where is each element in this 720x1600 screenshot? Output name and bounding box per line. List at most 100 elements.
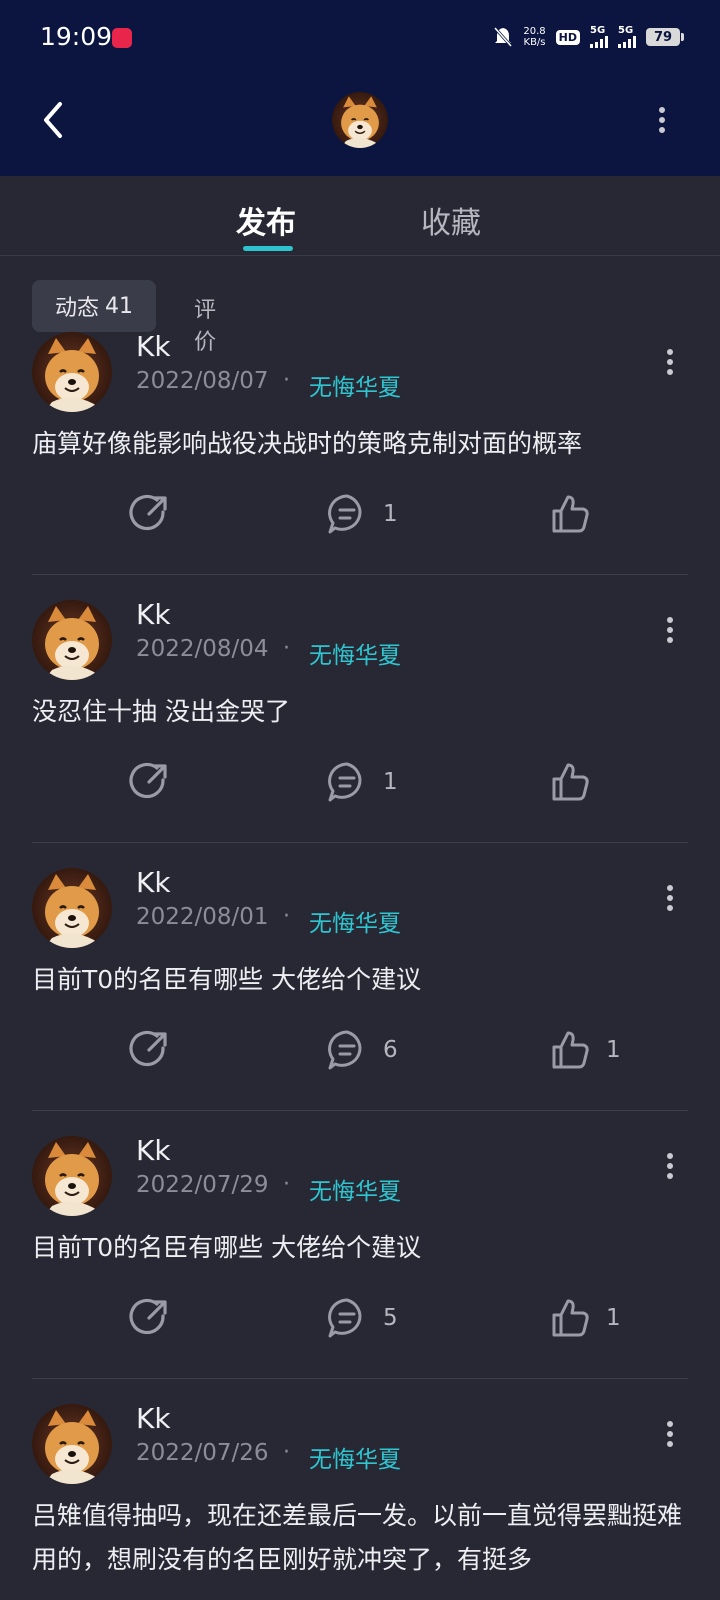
comment-count: 5 [383,1305,398,1331]
separator-dot: · [283,1172,290,1197]
thumbs-up-icon [548,760,592,804]
net-speed: 20.8 KB/s [523,26,545,48]
post-username[interactable]: Kk [136,866,171,899]
tab-publish[interactable]: 发布 [236,198,296,242]
separator-dot: · [283,636,290,661]
signal-5g-2: 5G [618,26,636,48]
divider [32,1378,688,1379]
post-text[interactable]: 目前T0的名臣有哪些 大佬给个建议 [32,958,692,1002]
signal-label-1: 5G [590,25,606,36]
share-button[interactable] [127,1028,171,1072]
divider [32,574,688,575]
comment-button[interactable]: 1 [325,760,398,804]
more-vertical-icon [664,884,676,912]
post-game-tag[interactable]: 无悔华夏 [309,1440,401,1474]
more-vertical-icon [664,1152,676,1180]
comment-icon [325,1296,369,1340]
share-icon [127,1296,171,1340]
divider [32,1110,688,1111]
app-header: 19:09 20.8 KB/s HD 5G 5G 79 [0,0,720,176]
share-icon [127,492,171,536]
shiba-avatar-icon [32,1404,112,1484]
separator-dot: · [283,904,290,929]
thumbs-up-icon [548,492,592,536]
shiba-avatar-icon [32,600,112,680]
post-text[interactable]: 庙算好像能影响战役决战时的策略克制对面的概率 [32,422,692,466]
like-button[interactable]: 1 [548,1296,621,1340]
share-icon [127,1028,171,1072]
shiba-avatar-icon [332,92,388,148]
like-count: 1 [606,1305,621,1331]
battery-icon: 79 [646,28,684,46]
post-game-tag[interactable]: 无悔华夏 [309,368,401,402]
post-date: 2022/08/04 [136,636,269,662]
post-actions: 6 1 [0,1028,720,1078]
comment-icon [325,492,369,536]
post-text[interactable]: 目前T0的名臣有哪些 大佬给个建议 [32,1226,692,1270]
more-vertical-icon [664,616,676,644]
avatar[interactable] [32,1404,112,1484]
divider [32,842,688,843]
net-speed-unit: KB/s [523,37,546,48]
signal-bars-icon [618,36,636,48]
profile-avatar[interactable] [332,92,388,148]
share-icon [127,760,171,804]
comment-button[interactable]: 1 [325,492,398,536]
post-username[interactable]: Kk [136,330,171,363]
like-button[interactable]: 1 [548,1028,621,1072]
active-tab-indicator [243,246,293,251]
share-button[interactable] [127,760,171,804]
share-button[interactable] [127,492,171,536]
subtab-moments-count: 41 [105,293,133,319]
post-more-button[interactable] [664,1420,676,1448]
comment-button[interactable]: 6 [325,1028,398,1072]
post-date: 2022/07/26 [136,1440,269,1466]
post-game-tag[interactable]: 无悔华夏 [309,1172,401,1206]
comment-count: 6 [383,1037,398,1063]
post-text[interactable]: 吕雉值得抽吗，现在还差最后一发。以前一直觉得罢黜挺难用的，想刷没有的名臣刚好就冲… [32,1494,692,1582]
avatar[interactable] [32,1136,112,1216]
post-actions: 1 [0,492,720,542]
signal-label-2: 5G [618,25,634,36]
avatar[interactable] [32,868,112,948]
post-more-button[interactable] [664,616,676,644]
post-date: 2022/07/29 [136,1172,269,1198]
post-more-button[interactable] [664,348,676,376]
post-date: 2022/08/01 [136,904,269,930]
profile-tabs: 发布 收藏 [0,176,720,256]
status-time: 19:09 [40,22,113,51]
post-actions: 5 1 [0,1296,720,1346]
more-vertical-icon [664,348,676,376]
avatar[interactable] [32,332,112,412]
status-icons: 20.8 KB/s HD 5G 5G 79 [493,22,684,52]
comment-icon [325,760,369,804]
post-username[interactable]: Kk [136,598,171,631]
post-more-button[interactable] [664,1152,676,1180]
post-username[interactable]: Kk [136,1134,171,1167]
subtab-reviews[interactable]: 评价 [194,292,216,356]
like-button[interactable] [548,760,606,804]
more-options-button[interactable] [656,104,668,136]
post-username[interactable]: Kk [136,1402,171,1435]
avatar[interactable] [32,600,112,680]
net-speed-value: 20.8 [523,26,546,37]
shiba-avatar-icon [32,1136,112,1216]
more-vertical-icon [656,104,668,136]
chevron-left-icon [44,102,62,138]
back-button[interactable] [36,100,72,140]
comment-button[interactable]: 5 [325,1296,398,1340]
post-text[interactable]: 没忍住十抽 没出金哭了 [32,690,692,734]
post-game-tag[interactable]: 无悔华夏 [309,636,401,670]
comment-count: 1 [383,769,398,795]
separator-dot: · [283,368,290,393]
tab-favorites[interactable]: 收藏 [421,198,481,242]
post-game-tag[interactable]: 无悔华夏 [309,904,401,938]
subtab-moments[interactable]: 动态 41 [32,280,156,332]
like-button[interactable] [548,492,606,536]
subtab-moments-label: 动态 [54,296,99,321]
post-more-button[interactable] [664,884,676,912]
thumbs-up-icon [548,1028,592,1072]
comment-icon [325,1028,369,1072]
separator-dot: · [283,1440,290,1465]
share-button[interactable] [127,1296,171,1340]
